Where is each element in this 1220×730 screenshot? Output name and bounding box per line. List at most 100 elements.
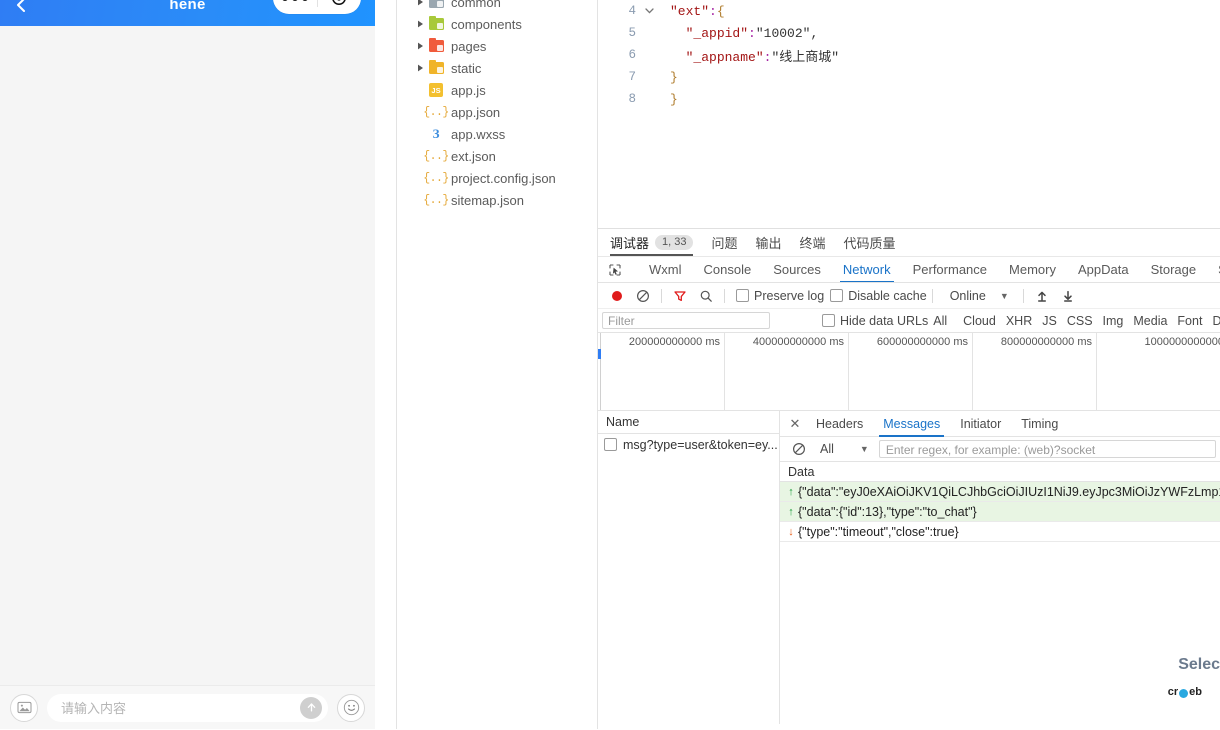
target-circle-icon[interactable]: [318, 0, 362, 6]
message-regex-input[interactable]: Enter regex, for example: (web)?socket: [879, 440, 1216, 458]
emoji-smiley-icon[interactable]: [337, 694, 365, 722]
tab-secu[interactable]: Secu: [1207, 257, 1220, 283]
file-explorer-tree: common components pages static JSapp.js{..}a…: [397, 0, 597, 720]
code-line[interactable]: 7}: [598, 66, 1220, 88]
panel-tab-4[interactable]: 代码质量: [844, 233, 896, 256]
filter-type-cloud[interactable]: Cloud: [958, 314, 1001, 328]
tree-item-common[interactable]: common: [397, 0, 597, 13]
json-file-icon: {..}: [427, 106, 445, 119]
messages-list: ↑{"data":"eyJ0eXAiOiJKV1QiLCJhbGciOiJIUz…: [780, 482, 1220, 542]
expand-triangle-icon[interactable]: [413, 0, 427, 6]
filter-type-js[interactable]: JS: [1037, 314, 1062, 328]
panel-tab-3[interactable]: 终端: [800, 233, 826, 256]
tree-item-pages[interactable]: pages: [397, 35, 597, 57]
expand-triangle-icon[interactable]: [413, 20, 427, 28]
messages-column-header[interactable]: Data: [780, 462, 1220, 482]
code-line[interactable]: 8}: [598, 88, 1220, 110]
filter-type-img[interactable]: Img: [1098, 314, 1129, 328]
detail-tab-initiator[interactable]: Initiator: [950, 411, 1011, 437]
image-picker-icon[interactable]: [10, 694, 38, 722]
search-magnifier-icon[interactable]: [693, 283, 719, 309]
close-x-icon[interactable]: ✕: [784, 416, 806, 432]
detail-tab-messages[interactable]: Messages: [873, 411, 950, 437]
chevron-down-icon[interactable]: ▼: [860, 444, 869, 454]
request-column-header[interactable]: Name: [598, 411, 779, 434]
export-arrow-down-icon[interactable]: [1055, 283, 1081, 309]
wechat-capsule-button[interactable]: [273, 0, 361, 14]
inspect-cursor-icon[interactable]: [604, 263, 626, 277]
simulator-navbar: hene: [0, 0, 375, 26]
crmeb-watermark: cr eb: [1168, 686, 1202, 698]
filter-type-css[interactable]: CSS: [1062, 314, 1098, 328]
line-number: 4: [598, 4, 640, 18]
filter-type-font[interactable]: Font: [1172, 314, 1207, 328]
tree-item-app-wxss[interactable]: Зapp.wxss: [397, 123, 597, 145]
filter-type-media[interactable]: Media: [1128, 314, 1172, 328]
funnel-filter-icon[interactable]: [667, 283, 693, 309]
detail-tabbar: ✕ HeadersMessagesInitiatorTiming: [780, 411, 1220, 437]
message-row[interactable]: ↓{"type":"timeout","close":true}: [780, 522, 1220, 542]
import-arrow-up-icon[interactable]: [1029, 283, 1055, 309]
detail-tab-headers[interactable]: Headers: [806, 411, 873, 437]
tree-item-sitemap-json[interactable]: {..}sitemap.json: [397, 189, 597, 211]
code-line[interactable]: 5 "_appid":"10002",: [598, 22, 1220, 44]
chat-input-bar: 请输入内容: [0, 685, 375, 729]
devtools-panel: 调试器1, 33 问题输出终端代码质量 WxmlConsoleSourcesNet…: [598, 228, 1220, 730]
record-circle-icon[interactable]: [604, 283, 630, 309]
tree-item-label: sitemap.json: [451, 193, 524, 208]
clear-forbidden-icon[interactable]: [630, 283, 656, 309]
disable-cache-checkbox[interactable]: Disable cache: [830, 289, 927, 303]
throttle-select[interactable]: Online: [950, 289, 986, 303]
tree-item-app-js[interactable]: JSapp.js: [397, 79, 597, 101]
hide-data-urls-checkbox[interactable]: Hide data URLs: [822, 314, 928, 328]
tab-performance[interactable]: Performance: [902, 257, 998, 283]
tab-sources[interactable]: Sources: [762, 257, 832, 283]
detail-tab-timing[interactable]: Timing: [1011, 411, 1068, 437]
message-row[interactable]: ↑{"data":{"id":13},"type":"to_chat"}: [780, 502, 1220, 522]
code-text: "ext":{: [658, 4, 725, 19]
tab-console[interactable]: Console: [693, 257, 763, 283]
code-editor[interactable]: 4 "ext":{ 5 "_appid":"10002",6 "_appname":…: [598, 0, 1220, 228]
tree-item-static[interactable]: static: [397, 57, 597, 79]
clear-forbidden-icon[interactable]: [786, 436, 812, 462]
fold-chevron-icon[interactable]: [640, 8, 658, 14]
chevron-down-icon[interactable]: ▼: [1000, 291, 1009, 301]
panel-tab-0[interactable]: 调试器1, 33: [610, 233, 693, 256]
tab-appdata[interactable]: AppData: [1067, 257, 1140, 283]
code-line[interactable]: 6 "_appname":"线上商城": [598, 44, 1220, 66]
message-row[interactable]: ↑{"data":"eyJ0eXAiOiJKV1QiLCJhbGciOiJIUz…: [780, 482, 1220, 502]
filter-type-doc[interactable]: Doc: [1207, 314, 1220, 328]
code-line[interactable]: 4 "ext":{: [598, 0, 1220, 22]
tree-item-components[interactable]: components: [397, 13, 597, 35]
preserve-log-checkbox[interactable]: Preserve log: [736, 289, 824, 303]
tab-network[interactable]: Network: [832, 257, 902, 283]
send-arrow-up-icon[interactable]: [300, 697, 322, 719]
panel-tab-1[interactable]: 问题: [711, 233, 737, 256]
folder-icon: [427, 40, 445, 52]
tree-item-app-json[interactable]: {..}app.json: [397, 101, 597, 123]
request-checkbox[interactable]: [604, 438, 617, 451]
panel-tab-2[interactable]: 输出: [756, 233, 782, 256]
message-type-filter[interactable]: All: [820, 442, 834, 456]
app-window: hene 请输入内容: [0, 0, 1220, 729]
js-file-icon: JS: [427, 83, 445, 97]
toolbar-divider: [661, 289, 662, 303]
waterfall-tick-label: 800000000000 ms: [1001, 336, 1092, 348]
tree-item-project-config-json[interactable]: {..}project.config.json: [397, 167, 597, 189]
select-request-hint: Selec: [1178, 656, 1220, 674]
more-dots-icon[interactable]: [273, 0, 317, 1]
filter-type-all[interactable]: All: [928, 314, 952, 328]
tab-memory[interactable]: Memory: [998, 257, 1067, 283]
table-row[interactable]: msg?type=user&token=ey...: [598, 434, 779, 455]
expand-triangle-icon[interactable]: [413, 42, 427, 50]
tab-storage[interactable]: Storage: [1140, 257, 1208, 283]
filter-type-xhr[interactable]: XHR: [1001, 314, 1037, 328]
message-text: {"data":"eyJ0eXAiOiJKV1QiLCJhbGciOiJIUzI…: [798, 485, 1220, 499]
tab-wxml[interactable]: Wxml: [638, 257, 693, 283]
tree-item-label: static: [451, 61, 481, 76]
expand-triangle-icon[interactable]: [413, 64, 427, 72]
network-filter-input[interactable]: Filter: [602, 312, 770, 329]
tree-item-ext-json[interactable]: {..}ext.json: [397, 145, 597, 167]
chat-message-input[interactable]: 请输入内容: [47, 694, 328, 722]
tree-item-label: components: [451, 17, 522, 32]
